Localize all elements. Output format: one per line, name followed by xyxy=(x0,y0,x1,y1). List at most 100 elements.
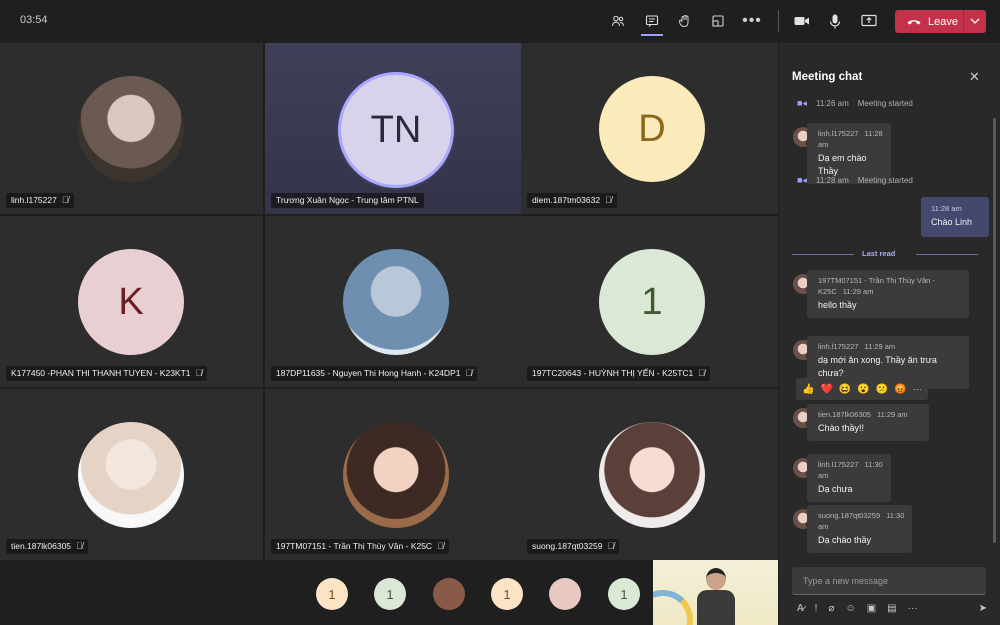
participant-tile[interactable]: K K177450 -PHAN THI THANH TUYEN - K23KT1… xyxy=(0,216,263,387)
participant-grid: linh.l175227 🎙̸ TN Trương Xuân Ngọc - Tru… xyxy=(0,43,778,560)
participant-nametag: suong.187qt03259 🎙̸ xyxy=(527,539,620,554)
participant-name: 197TC20643 - HUỲNH THỊ YẾN - K25TC1 xyxy=(532,368,694,378)
overflow-avatar[interactable] xyxy=(433,578,465,610)
message-author: linh.l175227 xyxy=(818,460,859,469)
participant-initials-avatar: D xyxy=(599,76,705,182)
mic-off-icon: 🎙̸ xyxy=(437,541,444,551)
participant-name: suong.187qt03259 xyxy=(532,541,603,551)
chat-scrollbar[interactable] xyxy=(993,118,996,543)
system-message: ■◂ 11:26 am Meeting started xyxy=(797,98,913,109)
participant-photo xyxy=(78,76,184,182)
participant-nametag: Trương Xuân Ngọc - Trung tâm PTNL xyxy=(271,193,424,208)
compose-toolbar: A̷ ! ⌀ ☺ ▣ ▤ ··· ➤ xyxy=(797,600,987,616)
reaction-bar: 👍 ❤️ 😆 😮 😕 😡 ··· xyxy=(796,378,928,400)
message-author: tien.187lk06305 xyxy=(818,410,871,419)
leave-label: Leave xyxy=(928,15,958,28)
participant-tile-active-speaker[interactable]: TN Trương Xuân Ngọc - Trung tâm PTNL xyxy=(265,43,528,214)
mic-off-icon: 🎙̸ xyxy=(698,368,705,378)
message-author-cont: K25C xyxy=(818,287,837,296)
camera-icon[interactable] xyxy=(791,10,813,32)
overflow-avatar[interactable]: 1 xyxy=(608,578,640,610)
send-icon[interactable]: ➤ xyxy=(979,603,987,614)
raise-hand-icon[interactable] xyxy=(674,10,696,32)
participant-name: linh.l175227 xyxy=(11,195,57,205)
participant-tile[interactable]: 197TM07151 - Trần Thị Thùy Vân - K25C 🎙̸ xyxy=(265,389,528,560)
participant-nametag: 197TM07151 - Trần Thị Thùy Vân - K25C 🎙̸ xyxy=(271,539,449,554)
gif-icon[interactable]: ▣ xyxy=(867,603,876,614)
participant-name: Trương Xuân Ngọc - Trung tâm PTNL xyxy=(276,195,419,205)
self-video-preview[interactable] xyxy=(653,560,778,625)
important-icon[interactable]: ! xyxy=(815,603,818,614)
like-reaction-icon[interactable]: 👍 xyxy=(802,384,814,395)
message-bubble: tien.187lk06305 11:29 am Chào thầy!! xyxy=(807,404,929,441)
more-options-icon[interactable]: ··· xyxy=(913,384,922,394)
self-person xyxy=(697,568,735,625)
mic-off-icon: 🎙̸ xyxy=(607,541,615,551)
message-time: 11:29 am xyxy=(876,410,908,419)
participant-photo xyxy=(343,422,449,528)
toolbar-divider xyxy=(778,10,779,32)
last-read-divider: Last read xyxy=(792,248,978,260)
overflow-avatar[interactable] xyxy=(549,578,581,610)
format-icon[interactable]: A̷ xyxy=(797,603,804,614)
more-icon[interactable]: ••• xyxy=(741,10,763,32)
share-screen-icon[interactable] xyxy=(858,10,880,32)
participant-name: 187DP11635 - Nguyen Thi Hong Hanh - K24D… xyxy=(276,368,461,378)
overflow-avatar[interactable]: 1 xyxy=(374,578,406,610)
message-text: Dạ chào thầy xyxy=(818,535,872,545)
sticker-icon[interactable]: ▤ xyxy=(887,603,896,614)
system-text: Meeting started xyxy=(857,176,913,185)
chat-active-indicator xyxy=(641,34,663,36)
overflow-avatar[interactable]: 1 xyxy=(491,578,523,610)
message-text: Chào thầy!! xyxy=(818,423,865,433)
participant-name: K177450 -PHAN THI THANH TUYEN - K23KT1 xyxy=(11,368,191,378)
attach-icon[interactable]: ⌀ xyxy=(828,603,834,614)
message-time: 11:29 am xyxy=(864,342,896,351)
participant-nametag: 187DP11635 - Nguyen Thi Hong Hanh - K24D… xyxy=(271,366,478,381)
heart-reaction-icon[interactable]: ❤️ xyxy=(820,384,832,395)
message-author: linh.l175227 xyxy=(818,342,859,351)
emoji-icon[interactable]: ☺ xyxy=(845,603,855,614)
participant-nametag: diem.187tm03632 🎙̸ xyxy=(527,193,617,208)
message-text: Dạ chưa xyxy=(818,484,853,494)
my-message[interactable]: 11:28 am Chào Linh xyxy=(921,197,989,237)
people-icon[interactable] xyxy=(607,10,629,32)
participant-nametag: K177450 -PHAN THI THANH TUYEN - K23KT1 🎙̸ xyxy=(6,366,208,381)
participant-tile[interactable]: suong.187qt03259 🎙̸ xyxy=(521,389,778,560)
microphone-icon[interactable] xyxy=(824,10,846,32)
background-decoration xyxy=(653,590,693,625)
overflow-avatar[interactable]: 1 xyxy=(316,578,348,610)
participant-photo xyxy=(599,422,705,528)
surprised-reaction-icon[interactable]: 😮 xyxy=(857,384,869,395)
mic-off-icon: 🎙̸ xyxy=(76,541,83,551)
share-tray-icon[interactable] xyxy=(707,10,729,32)
system-time: 11:28 am xyxy=(815,176,849,185)
sad-reaction-icon[interactable]: 😕 xyxy=(876,384,888,395)
video-camera-icon: ■◂ xyxy=(797,98,807,108)
angry-reaction-icon[interactable]: 😡 xyxy=(894,384,906,395)
more-options-icon[interactable]: ··· xyxy=(908,603,918,614)
laugh-reaction-icon[interactable]: 😆 xyxy=(839,384,851,395)
close-icon[interactable]: ✕ xyxy=(969,69,980,85)
participant-tile[interactable]: 1 197TC20643 - HUỲNH THỊ YẾN - K25TC1 🎙̸ xyxy=(521,216,778,387)
participant-tile[interactable]: D diem.187tm03632 🎙̸ xyxy=(521,43,778,214)
message-text: dạ mới ăn xong. Thầy ăn trưa xyxy=(818,355,937,365)
participant-name: diem.187tm03632 xyxy=(532,195,601,205)
chat-icon[interactable] xyxy=(641,10,663,32)
leave-button[interactable]: Leave xyxy=(895,10,986,33)
message-input[interactable] xyxy=(792,567,986,594)
meeting-timer: 03:54 xyxy=(20,14,48,26)
mic-off-icon: 🎙̸ xyxy=(195,368,203,378)
message-bubble: suong.187qt03259 11:30 am Dạ chào thầy xyxy=(807,505,913,553)
participant-tile[interactable]: tien.187lk06305 🎙̸ xyxy=(0,389,263,560)
participant-tile[interactable]: linh.l175227 🎙̸ xyxy=(0,43,263,214)
participant-tile[interactable]: 187DP11635 - Nguyen Thi Hong Hanh - K24D… xyxy=(265,216,528,387)
message-author: linh.l175227 xyxy=(818,129,859,138)
participant-nametag: linh.l175227 🎙̸ xyxy=(6,193,74,208)
chevron-down-icon[interactable] xyxy=(964,16,986,27)
system-text: Meeting started xyxy=(857,99,913,108)
message-bubble: 197TM07151 - Trần Thị Thùy Vân - K25C 11:… xyxy=(807,270,969,318)
phone-icon xyxy=(907,16,921,28)
message-text: Chào Linh xyxy=(931,217,973,227)
message-bubble: linh.l175227 11:30 am Dạ chưa xyxy=(807,454,891,502)
